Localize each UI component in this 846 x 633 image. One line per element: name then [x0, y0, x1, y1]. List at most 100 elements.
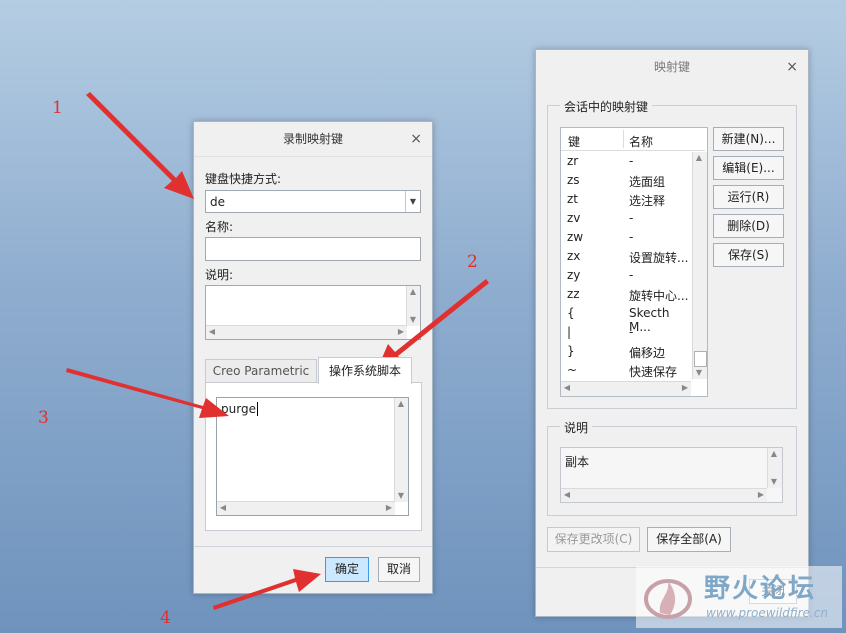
column-header-name[interactable]: 名称	[629, 133, 653, 150]
ok-button[interactable]: 确定	[325, 557, 369, 582]
scroll-right-icon[interactable]: ▶	[395, 326, 407, 338]
cancel-button[interactable]: 取消	[378, 557, 420, 582]
mapkey-key: zs	[567, 173, 580, 187]
mapkey-name: 快速保存	[629, 365, 678, 379]
scroll-right-icon[interactable]: ▶	[755, 489, 767, 501]
mapkey-list[interactable]: 键 名称 zr - zs 选面组 zt 选注释 zv - zw - zx 设置旋转... zy - zz 旋转…	[560, 127, 708, 397]
scroll-left-icon[interactable]: ◀	[561, 382, 573, 394]
column-header-key[interactable]: 键	[568, 133, 580, 150]
edit-button[interactable]: 编辑(E)...	[713, 156, 784, 180]
scroll-down-icon[interactable]: ▼	[407, 314, 419, 326]
run-button[interactable]: 运行(R)	[713, 185, 784, 209]
list-item[interactable]: zx 设置旋转...	[561, 247, 691, 266]
shortcut-value: de	[210, 195, 225, 209]
mapkey-key: {	[567, 306, 575, 320]
list-hscroll[interactable]: ◀ ▶	[561, 381, 691, 396]
list-item[interactable]: zt 选注释	[561, 190, 691, 209]
script-text: purge	[221, 402, 258, 416]
shortcut-combobox[interactable]: de ▼	[205, 190, 421, 213]
arrow-1-icon	[86, 92, 194, 199]
description-group-label: 说明	[560, 419, 593, 436]
description-vscroll[interactable]: ▲ ▼	[767, 448, 782, 488]
save-button[interactable]: 保存(S)	[713, 243, 784, 267]
scroll-thumb[interactable]	[694, 351, 707, 367]
list-item[interactable]: zv -	[561, 209, 691, 228]
mapkey-name: -	[629, 325, 634, 339]
session-mapkeys-label: 会话中的映射键	[560, 98, 653, 115]
list-item[interactable]: zr -	[561, 152, 691, 171]
script-hscroll[interactable]: ◀ ▶	[217, 501, 395, 515]
list-vscroll[interactable]: ▲ ▼	[692, 152, 707, 379]
dialog-title: 录制映射键	[194, 122, 432, 157]
list-item[interactable]: | -	[561, 323, 691, 342]
scroll-right-icon[interactable]: ▶	[383, 502, 395, 514]
dialog-title: 映射键	[653, 60, 690, 74]
mapkey-key: }	[567, 344, 575, 358]
delete-button[interactable]: 删除(D)	[713, 214, 784, 238]
mapkey-key: zt	[567, 192, 579, 206]
list-item[interactable]: {Skecth M...	[561, 304, 691, 334]
scroll-down-icon[interactable]: ▼	[768, 476, 780, 488]
list-item[interactable]: zz 旋转中心...	[561, 285, 691, 304]
column-divider	[623, 130, 624, 148]
mapkey-name: 偏移边	[629, 346, 666, 360]
description-hscroll[interactable]: ◀ ▶	[206, 325, 407, 339]
scroll-left-icon[interactable]: ◀	[206, 326, 218, 338]
mapkey-name: 选注释	[629, 194, 666, 208]
mapkey-name: 旋转中心...	[629, 289, 689, 303]
mapkey-key: ~	[567, 363, 578, 377]
mapkey-rows: zr - zs 选面组 zt 选注释 zv - zw - zx 设置旋转... zy - zz 旋转中心...…	[561, 152, 691, 380]
mapkey-key: |	[567, 325, 572, 339]
list-item[interactable]: } 偏移边	[561, 342, 691, 361]
watermark-title: 野火论坛	[704, 574, 817, 604]
annotation-2: 2	[467, 252, 478, 272]
name-input[interactable]	[205, 237, 421, 261]
tab-os-script[interactable]: 操作系统脚本	[318, 357, 412, 384]
shortcut-label: 键盘快捷方式:	[205, 172, 282, 186]
scroll-right-icon[interactable]: ▶	[679, 382, 691, 394]
scroll-up-icon[interactable]: ▲	[768, 448, 780, 460]
mapkey-name: -	[629, 268, 634, 282]
scroll-down-icon[interactable]: ▼	[693, 367, 705, 379]
description-vscroll[interactable]: ▲ ▼	[406, 286, 420, 326]
list-item[interactable]: ~ 快速保存	[561, 361, 691, 380]
scroll-left-icon[interactable]: ◀	[561, 489, 573, 501]
record-mapkey-dialog: 录制映射键 × 键盘快捷方式: de ▼ 名称: 说明: ▲ ▼ ◀ ▶ Cre…	[193, 121, 433, 594]
list-item[interactable]: zs 选面组	[561, 171, 691, 190]
script-textarea[interactable]: purge ▲ ▼ ◀ ▶	[216, 397, 409, 516]
script-vscroll[interactable]: ▲ ▼	[394, 398, 408, 502]
close-icon[interactable]: ×	[410, 122, 422, 156]
description-hscroll[interactable]: ◀ ▶	[561, 488, 767, 502]
mapkey-name: -	[629, 211, 634, 225]
list-item[interactable]: zy -	[561, 266, 691, 285]
save-changes-button[interactable]: 保存更改项(C)	[547, 527, 640, 552]
mapkey-name: 选面组	[629, 175, 666, 189]
chevron-down-icon[interactable]: ▼	[405, 191, 420, 212]
scroll-up-icon[interactable]: ▲	[693, 152, 705, 164]
mapkey-key: zw	[567, 230, 584, 244]
mapkey-key: zr	[567, 154, 579, 168]
close-icon[interactable]: ×	[786, 50, 798, 84]
scroll-left-icon[interactable]: ◀	[217, 502, 229, 514]
mapkey-name: -	[629, 154, 634, 168]
scroll-up-icon[interactable]: ▲	[407, 286, 419, 298]
annotation-1: 1	[52, 98, 63, 118]
tab-creo-parametric[interactable]: Creo Parametric	[205, 359, 317, 383]
list-item[interactable]: zw -	[561, 228, 691, 247]
name-label: 名称:	[205, 220, 234, 234]
annotation-3: 3	[38, 408, 49, 428]
new-button[interactable]: 新建(N)...	[713, 127, 784, 151]
scroll-up-icon[interactable]: ▲	[395, 398, 407, 410]
mapkey-key: zx	[567, 249, 581, 263]
description-label: 说明:	[205, 268, 234, 282]
scroll-down-icon[interactable]: ▼	[395, 490, 407, 502]
mapkey-key: zz	[567, 287, 580, 301]
mapkey-description: 副本 ▲ ▼ ◀ ▶	[560, 447, 783, 503]
watermark-url: www.proewildfire.cn	[706, 606, 828, 620]
mapkey-key: zy	[567, 268, 581, 282]
list-header: 键 名称	[561, 128, 705, 151]
tab-panel: purge ▲ ▼ ◀ ▶	[205, 382, 422, 531]
save-all-button[interactable]: 保存全部(A)	[647, 527, 731, 552]
description-textarea[interactable]: ▲ ▼ ◀ ▶	[205, 285, 421, 340]
mapkeys-dialog: 映射键 × 会话中的映射键 键 名称 zr - zs 选面组 zt 选注释 zv - zw - zx…	[535, 49, 809, 617]
